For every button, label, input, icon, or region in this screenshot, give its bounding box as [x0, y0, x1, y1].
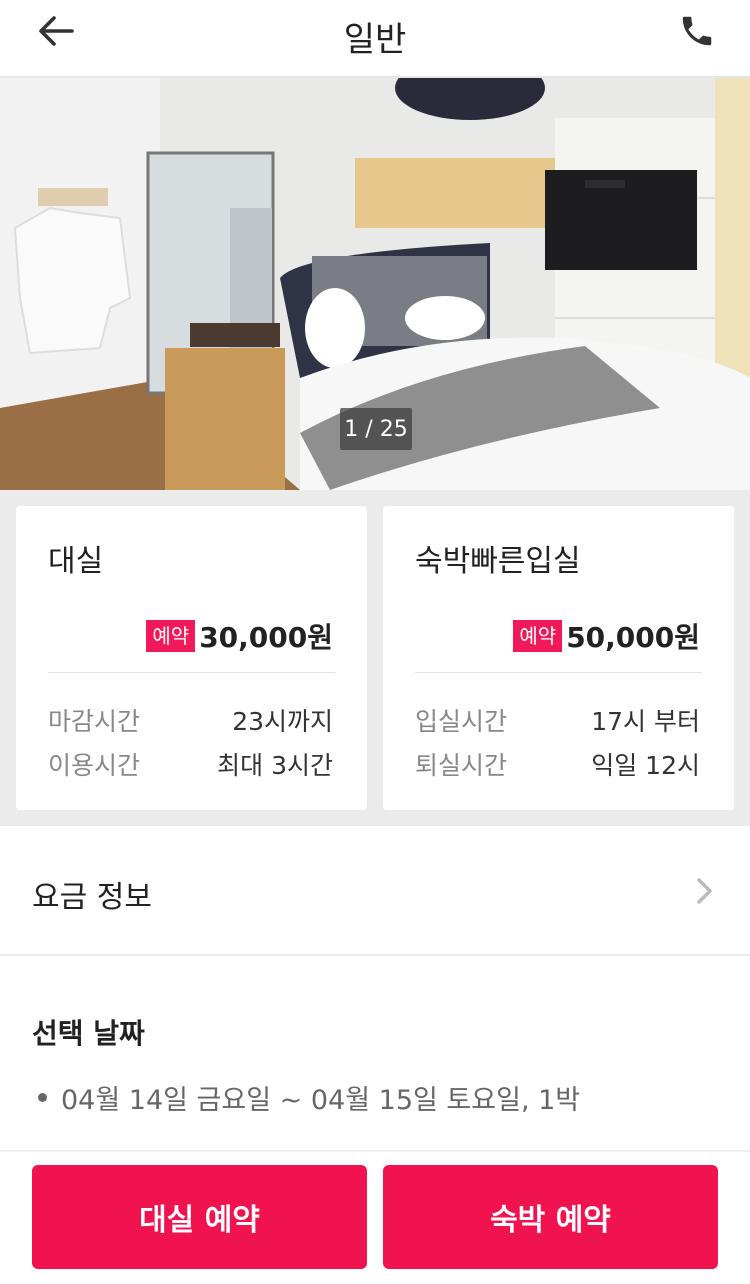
selected-date-text: 04월 14일 금요일 ~ 04월 15일 토요일, 1박	[61, 1085, 581, 1116]
fee-info-row[interactable]: 요금 정보	[0, 826, 750, 956]
room-options: 대실 예약 30,000원 마감시간 23시까지 이용시간 최대 3시간 숙박빠…	[0, 490, 750, 826]
reservation-badge: 예약	[146, 620, 196, 652]
info-value: 23시까지	[232, 707, 333, 736]
room-price: 50,000원	[566, 621, 700, 654]
reservation-badge: 예약	[513, 620, 563, 652]
info-row: 입실시간 17시 부터	[415, 702, 700, 738]
overnight-reserve-button[interactable]: 숙박 예약	[383, 1165, 718, 1269]
divider	[415, 672, 702, 673]
chevron-right-icon	[697, 878, 712, 904]
divider	[48, 672, 335, 673]
info-label: 이용시간	[48, 751, 141, 780]
info-row: 이용시간 최대 3시간	[48, 746, 333, 782]
info-label: 퇴실시간	[415, 751, 508, 780]
info-row: 마감시간 23시까지	[48, 702, 333, 738]
room-type-name: 대실	[48, 544, 104, 579]
day-use-reserve-button[interactable]: 대실 예약	[32, 1165, 367, 1269]
room-price: 30,000원	[199, 621, 333, 654]
info-value: 최대 3시간	[217, 751, 333, 780]
info-label: 마감시간	[48, 707, 141, 736]
selected-date-section: 선택 날짜 04월 14일 금요일 ~ 04월 15일 토요일, 1박	[0, 956, 750, 1150]
info-value: 17시 부터	[591, 707, 700, 736]
top-bar: 일반	[0, 0, 750, 78]
info-label: 입실시간	[415, 707, 508, 736]
selected-date-item: 04월 14일 금요일 ~ 04월 15일 토요일, 1박	[32, 1078, 580, 1117]
page-title: 일반	[343, 20, 407, 60]
fee-info-label: 요금 정보	[32, 880, 152, 915]
bottom-action-bar: 대실 예약 숙박 예약	[0, 1150, 750, 1284]
info-row: 퇴실시간 익일 12시	[415, 746, 700, 782]
price-row: 예약 50,000원	[513, 616, 700, 656]
room-detail-page: 일반 1 / 25 대실 예약 30,000원 마감시간 23시까지 이용시간 …	[0, 0, 750, 1284]
room-card-day-use[interactable]: 대실 예약 30,000원 마감시간 23시까지 이용시간 최대 3시간	[16, 506, 367, 810]
room-card-overnight[interactable]: 숙박빠른입실 예약 50,000원 입실시간 17시 부터 퇴실시간 익일 12…	[383, 506, 734, 810]
phone-icon	[682, 16, 712, 46]
price-row: 예약 30,000원	[146, 616, 333, 656]
call-button[interactable]	[672, 6, 722, 56]
bullet-icon	[38, 1093, 47, 1102]
selected-date-heading: 선택 날짜	[32, 1017, 145, 1050]
info-value: 익일 12시	[591, 751, 700, 780]
photo-counter: 1 / 25	[340, 408, 412, 450]
room-type-name: 숙박빠른입실	[415, 544, 581, 579]
